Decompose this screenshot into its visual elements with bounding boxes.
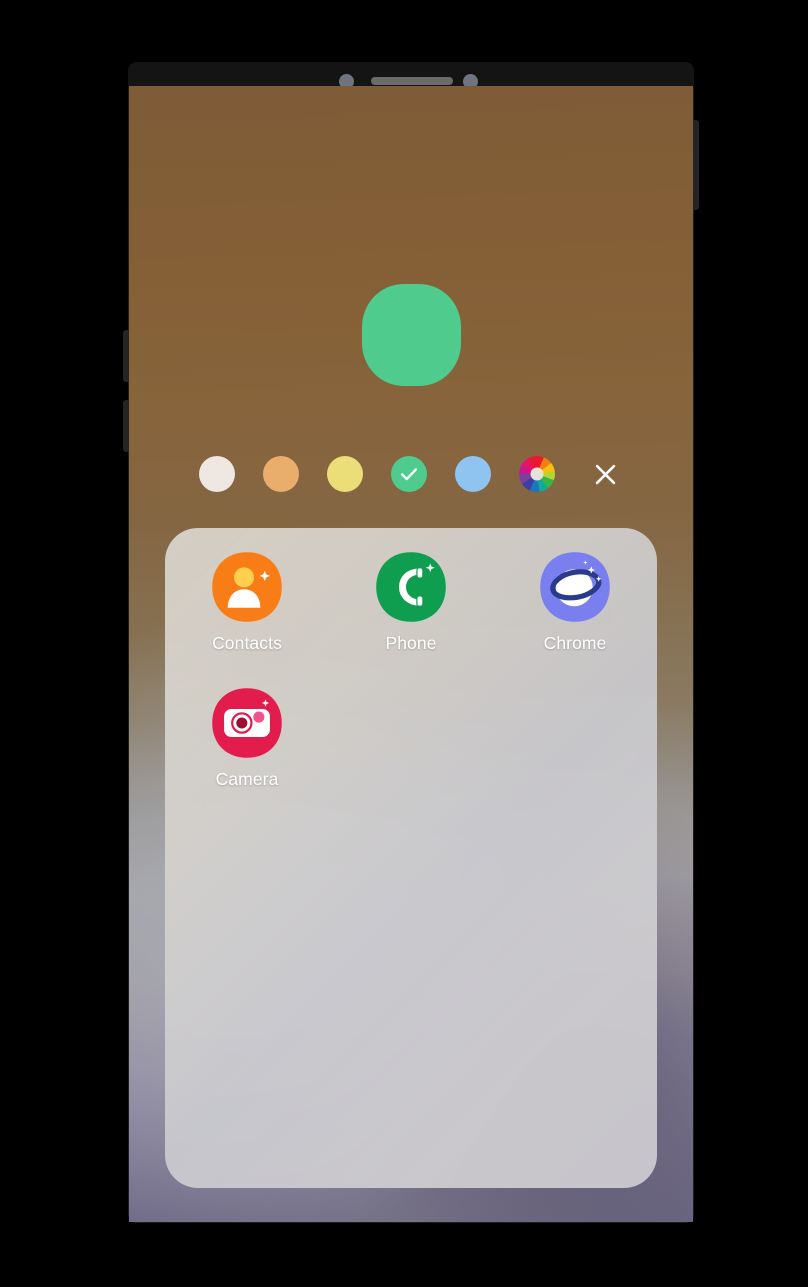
app-label: Camera xyxy=(215,769,279,789)
swatch-color-wheel[interactable] xyxy=(519,456,555,492)
swatch-green[interactable] xyxy=(391,456,427,492)
power-button[interactable] xyxy=(692,120,699,210)
app-label: Phone xyxy=(385,633,437,653)
browser-planet-icon[interactable] xyxy=(538,550,612,624)
swatch-tan[interactable] xyxy=(263,456,299,492)
phone-icon[interactable] xyxy=(374,550,448,624)
folder-color-preview xyxy=(361,284,461,386)
camera-icon[interactable] xyxy=(210,686,284,760)
app-contacts[interactable]: Contacts xyxy=(165,550,329,654)
phone-screen: Contacts Phone Chrome Camera xyxy=(129,86,693,1222)
smartphone-device-frame: Contacts Phone Chrome Camera xyxy=(123,62,699,1223)
swatch-blue[interactable] xyxy=(455,456,491,492)
app-phone[interactable]: Phone xyxy=(329,550,493,654)
app-chrome[interactable]: Chrome xyxy=(493,550,657,654)
contacts-icon[interactable] xyxy=(210,550,284,624)
app-camera[interactable]: Camera xyxy=(165,686,329,790)
check-icon xyxy=(391,456,427,492)
swatch-yellow[interactable] xyxy=(327,456,363,492)
folder-color-picker[interactable] xyxy=(129,454,693,494)
app-label: Chrome xyxy=(543,633,607,653)
phone-top-sensor-strip xyxy=(128,62,694,89)
folder-color-preview-area xyxy=(129,284,693,386)
app-folder-panel: Contacts Phone Chrome Camera xyxy=(165,528,657,1188)
swatch-white[interactable] xyxy=(199,456,235,492)
close-icon[interactable] xyxy=(587,456,623,492)
app-label: Contacts xyxy=(212,633,282,653)
app-grid: Contacts Phone Chrome Camera xyxy=(165,550,657,790)
earpiece-speaker-grille xyxy=(371,77,453,85)
